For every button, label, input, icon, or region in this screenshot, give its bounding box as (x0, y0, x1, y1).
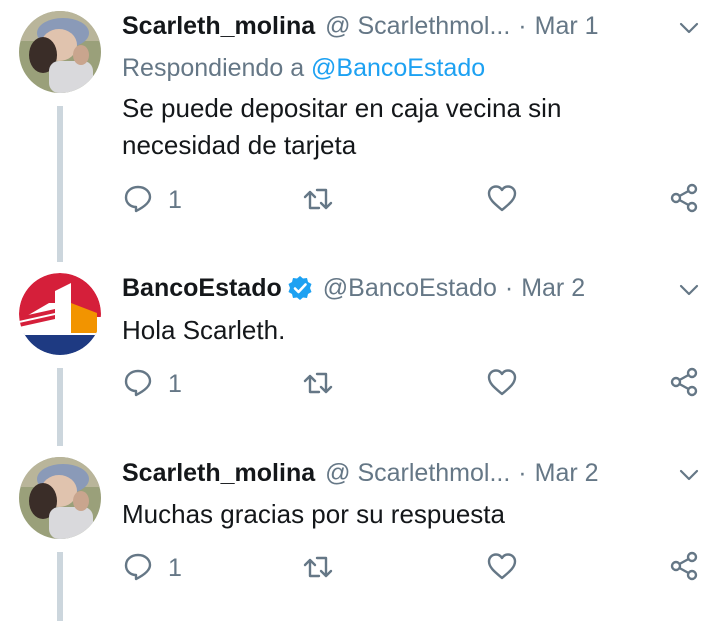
tweet[interactable]: Scarleth_molina @ Scarlethmol... · Mar 2… (0, 446, 720, 621)
tweet[interactable]: BancoEstado @BancoEstado · Mar 2 Hola Sc… (0, 262, 720, 446)
thread-line (57, 368, 63, 446)
mention-link[interactable]: @BancoEstado (311, 54, 485, 82)
retweet-icon (302, 182, 334, 219)
separator-dot: · (518, 458, 527, 487)
tweet-text-line: Hola Scarleth. (122, 315, 286, 345)
tweet-actions: 1 (122, 366, 720, 402)
tweet-text-line: necesidad de tarjeta (122, 130, 357, 160)
tweet-text: Se puede depositar en caja vecina sin ne… (122, 90, 682, 164)
avatar[interactable] (19, 273, 101, 355)
retweet-button[interactable] (302, 550, 334, 586)
share-icon (668, 550, 700, 587)
replying-to-label: Respondiendo a (122, 54, 312, 82)
avatar[interactable] (19, 11, 101, 93)
username[interactable]: @ Scarlethmol... (325, 12, 510, 41)
heart-icon (486, 550, 518, 587)
reply-count: 1 (168, 553, 182, 582)
chevron-down-icon[interactable] (678, 279, 700, 301)
tweet-header: Scarleth_molina @ Scarlethmol... · Mar 1 (122, 8, 720, 44)
display-name[interactable]: BancoEstado (122, 274, 282, 303)
display-name[interactable]: Scarleth_molina (122, 459, 315, 488)
share-icon (668, 366, 700, 403)
chevron-down-icon[interactable] (678, 17, 700, 39)
replying-to: Respondiendo a @BancoEstado (122, 54, 485, 83)
bancoestado-logo (19, 273, 101, 355)
tweet[interactable]: Scarleth_molina @ Scarlethmol... · Mar 1… (0, 0, 720, 262)
retweet-button[interactable] (302, 182, 334, 218)
tweet-date[interactable]: Mar 1 (535, 12, 599, 41)
tweet-actions: 1 (122, 182, 720, 218)
thread-line (57, 106, 63, 262)
reply-icon (122, 550, 154, 587)
verified-badge-icon (287, 275, 313, 301)
reply-count: 1 (168, 185, 182, 214)
tweet-text: Hola Scarleth. (122, 312, 682, 349)
chevron-down-icon[interactable] (678, 464, 700, 486)
tweet-text: Muchas gracias por su respuesta (122, 496, 682, 533)
separator-dot: · (504, 273, 514, 302)
reply-button[interactable]: 1 (122, 182, 182, 218)
tweet-text-line: Se puede depositar en caja vecina sin (122, 93, 562, 123)
tweet-date[interactable]: Mar 2 (535, 459, 599, 488)
tweet-date[interactable]: Mar 2 (521, 274, 585, 303)
reply-count: 1 (168, 369, 182, 398)
share-button[interactable] (668, 550, 700, 586)
avatar[interactable] (19, 457, 101, 539)
retweet-icon (302, 550, 334, 587)
like-button[interactable] (486, 366, 518, 402)
reply-button[interactable]: 1 (122, 366, 182, 402)
heart-icon (486, 366, 518, 403)
tweet-actions: 1 (122, 550, 720, 586)
username[interactable]: @BancoEstado (323, 274, 497, 303)
reply-icon (122, 366, 154, 403)
thread-line (57, 552, 63, 621)
separator-dot: · (518, 11, 527, 40)
username[interactable]: @ Scarlethmol... (325, 459, 510, 488)
heart-icon (486, 182, 518, 219)
retweet-button[interactable] (302, 366, 334, 402)
tweet-header: Scarleth_molina @ Scarlethmol... · Mar 2 (122, 455, 720, 491)
retweet-icon (302, 366, 334, 403)
reply-button[interactable]: 1 (122, 550, 182, 586)
share-button[interactable] (668, 182, 700, 218)
display-name[interactable]: Scarleth_molina (122, 12, 315, 41)
share-button[interactable] (668, 366, 700, 402)
tweet-header: BancoEstado @BancoEstado · Mar 2 (122, 270, 720, 306)
like-button[interactable] (486, 550, 518, 586)
tweet-text-line: Muchas gracias por su respuesta (122, 499, 505, 529)
reply-icon (122, 182, 154, 219)
like-button[interactable] (486, 182, 518, 218)
share-icon (668, 182, 700, 219)
